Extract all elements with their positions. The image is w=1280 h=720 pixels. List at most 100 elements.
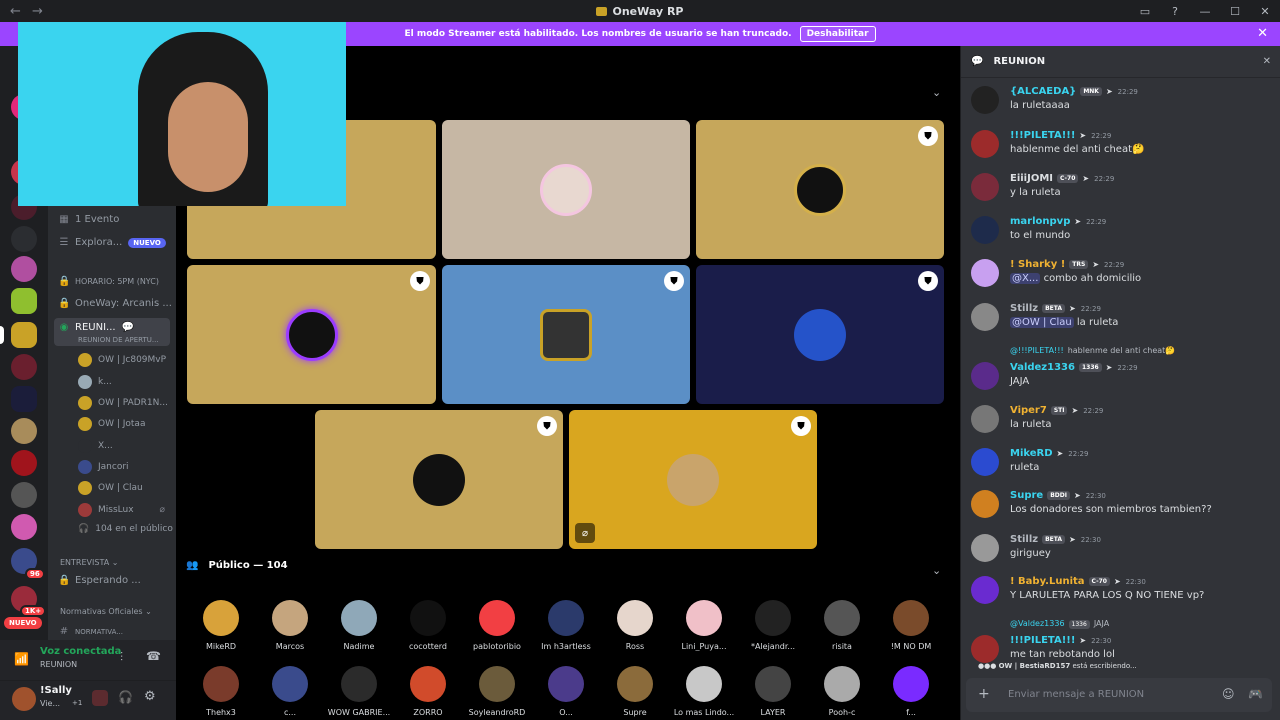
add-attachment-icon[interactable]: + (978, 686, 990, 702)
server-icon[interactable] (11, 386, 37, 412)
user-mention[interactable]: @OW | Clau (1010, 317, 1074, 328)
mic-icon[interactable] (92, 690, 108, 706)
voice-user[interactable]: k... (78, 375, 112, 389)
author-name[interactable]: marlonpvp (1010, 216, 1070, 227)
author-name[interactable]: ! Baby.Lunita (1010, 576, 1085, 587)
voice-user[interactable]: OW | Jotaa (78, 417, 145, 431)
audience-member[interactable]: cocotterd (395, 600, 461, 651)
speaker-tile[interactable]: ⛊ (187, 265, 436, 404)
reply-preview[interactable]: @!!!PILETA!!! hablenme del anti cheat🤔 (1010, 346, 1175, 355)
signal-icon[interactable]: 📶 (14, 652, 29, 666)
chat-message[interactable]: EiiiJOMI C-70 ➤ 22:29 y la ruleta (971, 173, 1271, 209)
settings-gear-icon[interactable]: ⚙ (144, 689, 156, 704)
gamepad-icon[interactable]: 🎮 (1248, 687, 1263, 701)
maximize-button[interactable]: ☐ (1220, 5, 1250, 18)
audience-member[interactable]: Lini_Puya... (671, 600, 737, 651)
audience-count[interactable]: 🎧 104 en el público (78, 524, 173, 534)
audience-member[interactable]: Marcos (257, 600, 323, 651)
avatar[interactable] (971, 534, 999, 562)
server-icon[interactable] (11, 354, 37, 380)
disconnect-icon[interactable]: ☎ (146, 649, 161, 663)
category-rules[interactable]: Normativas Oficiales ⌄ (60, 607, 152, 616)
events-item[interactable]: ▦ 1 Evento (58, 214, 119, 225)
audience-member[interactable]: Ross (602, 600, 668, 651)
audience-member[interactable]: Im h3artless (533, 600, 599, 651)
audience-member[interactable]: WOW GABRIE... (326, 666, 392, 717)
server-icon[interactable] (11, 226, 37, 252)
speaker-tile[interactable]: ⛊ (315, 410, 563, 549)
chat-bubble-icon[interactable]: 💬 (122, 322, 134, 333)
voice-channel[interactable]: REUNION (40, 660, 77, 669)
author-name[interactable]: ! Sharky ! (1010, 259, 1065, 270)
disable-streamer-button[interactable]: Deshabilitar (799, 26, 876, 42)
stage-channel[interactable]: ◉ REUNI... 💬 (58, 322, 134, 333)
close-window-button[interactable]: ✕ (1250, 5, 1280, 18)
explore-item[interactable]: ☰ Explora... NUEVO (58, 237, 166, 248)
audience-member[interactable]: risita (809, 600, 875, 651)
avatar[interactable] (12, 687, 36, 711)
server-icon[interactable] (11, 418, 37, 444)
soundboard-icon[interactable]: ⫶ (120, 650, 123, 665)
audience-member[interactable]: Nadime (326, 600, 392, 651)
channel-arcanis[interactable]: 🔒 OneWay: Arcanis ... (58, 298, 172, 309)
audience-member[interactable]: pablotoribio (464, 600, 530, 651)
author-name[interactable]: Supre (1010, 490, 1043, 501)
audience-member[interactable]: Thehx3 (188, 666, 254, 717)
audience-member[interactable]: Lo mas Lindo... (671, 666, 737, 717)
help-icon[interactable]: ? (1160, 5, 1190, 18)
audience-member[interactable]: Supre (602, 666, 668, 717)
avatar[interactable] (971, 130, 999, 158)
avatar[interactable] (971, 173, 999, 201)
message-composer[interactable]: + Enviar mensaje a REUNION ☺ 🎮 (966, 678, 1272, 712)
category-interview[interactable]: ENTREVISTA ⌄ (60, 558, 118, 567)
minimize-button[interactable]: — (1190, 5, 1220, 18)
speaker-tile[interactable]: ⛊ ⌀ (569, 410, 817, 549)
author-name[interactable]: Stillz (1010, 534, 1038, 545)
channel-rules[interactable]: # NORMATIVA... (58, 626, 123, 637)
chat-message[interactable]: Supre BDDI ➤ 22:30 Los donadores son miembro… (971, 490, 1271, 526)
speaker-tile[interactable] (442, 120, 690, 259)
avatar[interactable] (971, 259, 999, 287)
chat-message[interactable]: MikeRD ➤ 22:29 ruleta (971, 448, 1271, 484)
author-name[interactable]: Stillz (1010, 303, 1038, 314)
audience-member[interactable]: c... (257, 666, 323, 717)
server-icon[interactable] (11, 514, 37, 540)
user-mention[interactable]: @X... (1010, 273, 1041, 284)
avatar[interactable] (971, 448, 999, 476)
avatar[interactable] (971, 303, 999, 331)
speaker-tile[interactable]: ⛊ (696, 120, 944, 259)
speaker-tile[interactable]: ⛊ (442, 265, 690, 404)
inbox-icon[interactable]: ▭ (1130, 5, 1160, 18)
channel-waiting[interactable]: 🔒 Esperando ... (58, 575, 141, 586)
speaker-tile[interactable]: ⛊ (696, 265, 944, 404)
message-input[interactable]: Enviar mensaje a REUNION (1008, 689, 1144, 700)
voice-user[interactable]: X... (78, 439, 113, 453)
chat-message[interactable]: {ALCAEDA} MNK ➤ 22:29 la ruletaaaa (971, 86, 1271, 122)
audience-member[interactable]: MikeRD (188, 600, 254, 651)
chat-message[interactable]: marlonpvp ➤ 22:29 to el mundo (971, 216, 1271, 252)
author-name[interactable]: !!!PILETA!!! (1010, 635, 1075, 646)
voice-user[interactable]: OW | Jc809MvP (78, 353, 166, 367)
server-icon[interactable] (11, 482, 37, 508)
chat-message[interactable]: Stillz BETA ➤ 22:29 @OW | Clau la ruleta (971, 303, 1271, 339)
headphones-icon[interactable]: 🎧 (118, 690, 133, 704)
reply-preview[interactable]: @Valdez1336 1336 JAJA (1010, 619, 1109, 629)
avatar[interactable] (971, 576, 999, 604)
chat-message[interactable]: ! Sharky ! TRS ➤ 22:29 @X... combo ah domici… (971, 259, 1271, 295)
author-name[interactable]: EiiiJOMI (1010, 173, 1053, 184)
server-icon[interactable] (11, 256, 37, 282)
voice-status[interactable]: Voz conectada (40, 646, 121, 657)
avatar[interactable] (971, 405, 999, 433)
chat-message[interactable]: @!!!PILETA!!! hablenme del anti cheat🤔 Val… (971, 346, 1271, 398)
audience-member[interactable]: ZORRO (395, 666, 461, 717)
chat-message[interactable]: ! Baby.Lunita C-70 ➤ 22:30 Y LARULETA PARA L… (971, 576, 1271, 612)
voice-user[interactable]: MissLux ⌀ (78, 503, 165, 517)
audience-member[interactable]: f... (878, 666, 944, 717)
voice-user[interactable]: Jancori (78, 460, 129, 474)
avatar[interactable] (971, 86, 999, 114)
audience-member[interactable]: *Alejandr... (740, 600, 806, 651)
avatar[interactable] (971, 490, 999, 518)
voice-user[interactable]: OW | Clau (78, 481, 143, 495)
banner-close-icon[interactable]: ✕ (1257, 26, 1268, 41)
author-name[interactable]: {ALCAEDA} (1010, 86, 1076, 97)
